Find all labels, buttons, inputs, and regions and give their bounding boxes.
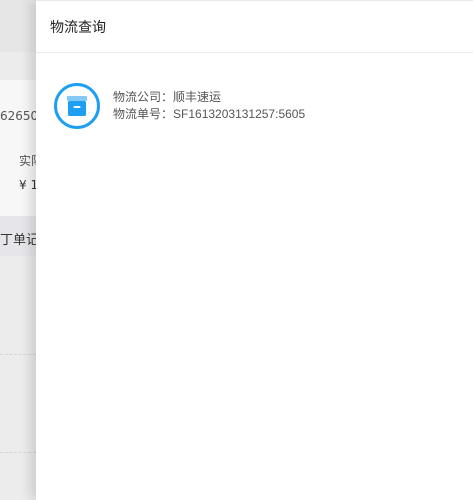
background-divider [0, 452, 36, 453]
company-line: 物流公司：顺丰速运 [113, 90, 305, 105]
package-box-icon [54, 83, 100, 129]
company-value: 顺丰速运 [173, 90, 222, 104]
logistics-info-row: 物流公司：顺丰速运 物流单号：SF1613203131257:5605 [54, 83, 305, 129]
drawer-title: 物流查询 [50, 18, 106, 35]
company-label: 物流公司： [113, 90, 174, 104]
page: 626500 实际 ¥ 1 丁单记录 物流查询 物流公司：顺丰速运 物流单号：S… [0, 0, 473, 500]
tracking-label: 物流单号： [113, 107, 174, 121]
logistics-drawer: 物流查询 物流公司：顺丰速运 物流单号：SF1613203131257:5605 [36, 0, 473, 500]
background-divider [0, 354, 36, 355]
tracking-line: 物流单号：SF1613203131257:5605 [113, 107, 305, 122]
logistics-details: 物流公司：顺丰速运 物流单号：SF1613203131257:5605 [113, 90, 305, 122]
tracking-number: SF1613203131257:5605 [173, 107, 306, 121]
drawer-header: 物流查询 [36, 1, 473, 53]
